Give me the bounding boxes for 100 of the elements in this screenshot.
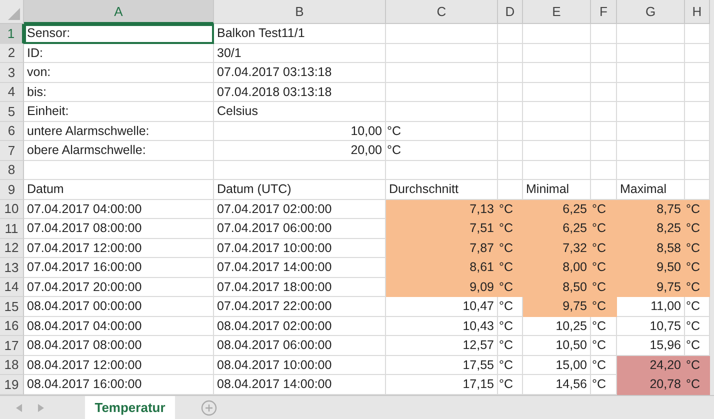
table-cell: 08.04.2017 00:00:00 <box>24 297 214 316</box>
table-cell: 7,32 <box>523 238 591 258</box>
row-header[interactable]: 2 <box>0 44 24 63</box>
row-header[interactable]: 19 <box>0 375 24 394</box>
row-header[interactable]: 13 <box>0 258 24 278</box>
table-cell: 07.04.2017 06:00:00 <box>214 219 386 238</box>
table-cell: 8,00 <box>523 258 591 278</box>
table-cell: 15,00 <box>523 356 591 375</box>
table-cell: °C <box>591 258 617 278</box>
table-cell: 10,25 <box>523 316 591 336</box>
row-header[interactable]: 16 <box>0 316 24 336</box>
empty-cell <box>498 82 523 102</box>
table-cell: 08.04.2017 12:00:00 <box>24 356 214 375</box>
row-header[interactable]: 12 <box>0 238 24 258</box>
row-header[interactable]: 10 <box>0 200 24 219</box>
table-cell: °C <box>591 238 617 258</box>
table-cell: °C <box>685 375 710 394</box>
table-cell: °C <box>498 238 523 258</box>
table-cell: 6,25 <box>523 219 591 238</box>
row-header[interactable]: 7 <box>0 141 24 160</box>
table-cell: °C <box>498 356 523 375</box>
table-cell: 07.04.2017 16:00:00 <box>24 258 214 278</box>
table-cell: 12,57 <box>386 336 498 356</box>
empty-cell <box>523 102 591 122</box>
table-cell: Einheit: <box>24 102 214 122</box>
table-cell: °C <box>386 122 498 141</box>
empty-cell <box>498 102 523 122</box>
row-header[interactable]: 6 <box>0 122 24 141</box>
table-cell: 8,25 <box>617 219 685 238</box>
empty-cell <box>617 63 685 82</box>
row-header[interactable]: 17 <box>0 336 24 356</box>
table-cell: 10,43 <box>386 316 498 336</box>
table-cell: Datum (UTC) <box>214 180 386 200</box>
column-header[interactable]: A <box>24 0 214 24</box>
empty-cell <box>617 122 685 141</box>
next-sheet-icon[interactable] <box>38 404 44 412</box>
table-cell: 07.04.2017 22:00:00 <box>214 297 386 316</box>
empty-cell <box>523 141 591 160</box>
select-all-corner[interactable] <box>0 0 24 24</box>
column-header[interactable]: C <box>386 0 498 24</box>
table-cell: °C <box>498 219 523 238</box>
add-sheet-icon[interactable] <box>201 400 217 416</box>
empty-cell <box>591 141 617 160</box>
empty-cell <box>617 102 685 122</box>
empty-cell <box>498 44 523 63</box>
table-cell: 8,50 <box>523 278 591 297</box>
column-header[interactable]: D <box>498 0 523 24</box>
table-cell: 07.04.2017 04:00:00 <box>24 200 214 219</box>
table-cell: 9,75 <box>617 278 685 297</box>
table-cell: 17,55 <box>386 356 498 375</box>
table-cell: 07.04.2017 03:13:18 <box>214 63 386 82</box>
empty-cell <box>617 24 685 44</box>
row-header[interactable]: 11 <box>0 219 24 238</box>
table-cell: 07.04.2017 12:00:00 <box>24 238 214 258</box>
sheet-tab[interactable]: Temperatur <box>85 396 175 419</box>
table-cell: 30/1 <box>214 44 386 63</box>
column-header[interactable]: F <box>591 0 617 24</box>
column-header[interactable]: B <box>214 0 386 24</box>
row-header[interactable]: 15 <box>0 297 24 316</box>
row-header[interactable]: 18 <box>0 356 24 375</box>
empty-cell <box>617 160 685 180</box>
table-cell: von: <box>24 63 214 82</box>
table-cell: Celsius <box>214 102 386 122</box>
table-cell: 10,00 <box>214 122 386 141</box>
table-cell: 11,00 <box>617 297 685 316</box>
row-header[interactable]: 1 <box>0 24 24 44</box>
table-cell: 08.04.2017 08:00:00 <box>24 336 214 356</box>
table-cell: °C <box>498 278 523 297</box>
column-header[interactable]: E <box>523 0 591 24</box>
row-header[interactable]: 4 <box>0 82 24 102</box>
table-cell: °C <box>591 278 617 297</box>
table-cell: 08.04.2017 10:00:00 <box>214 356 386 375</box>
table-cell: 07.04.2017 20:00:00 <box>24 278 214 297</box>
empty-cell <box>498 141 523 160</box>
empty-cell <box>523 82 591 102</box>
table-cell: 07.04.2017 02:00:00 <box>214 200 386 219</box>
column-header[interactable]: G <box>617 0 685 24</box>
table-cell: 9,75 <box>523 297 591 316</box>
table-cell: °C <box>685 356 710 375</box>
table-cell: °C <box>498 336 523 356</box>
table-cell: 7,51 <box>386 219 498 238</box>
table-cell: 8,58 <box>617 238 685 258</box>
table-cell: °C <box>591 336 617 356</box>
table-cell: Datum <box>24 180 214 200</box>
table-cell: 7,13 <box>386 200 498 219</box>
table-cell: 10,75 <box>617 316 685 336</box>
row-header[interactable]: 5 <box>0 102 24 122</box>
row-header[interactable]: 8 <box>0 160 24 180</box>
table-cell: °C <box>685 278 710 297</box>
table-cell: 20,00 <box>214 141 386 160</box>
previous-sheet-icon[interactable] <box>16 404 22 412</box>
row-header[interactable]: 9 <box>0 180 24 200</box>
row-header[interactable]: 14 <box>0 278 24 297</box>
column-header[interactable]: H <box>685 0 710 24</box>
table-cell: obere Alarmschwelle: <box>24 141 214 160</box>
table-cell: °C <box>591 200 617 219</box>
table-cell: 9,09 <box>386 278 498 297</box>
triangle-icon <box>8 8 20 20</box>
table-cell: 08.04.2017 06:00:00 <box>214 336 386 356</box>
row-header[interactable]: 3 <box>0 63 24 82</box>
